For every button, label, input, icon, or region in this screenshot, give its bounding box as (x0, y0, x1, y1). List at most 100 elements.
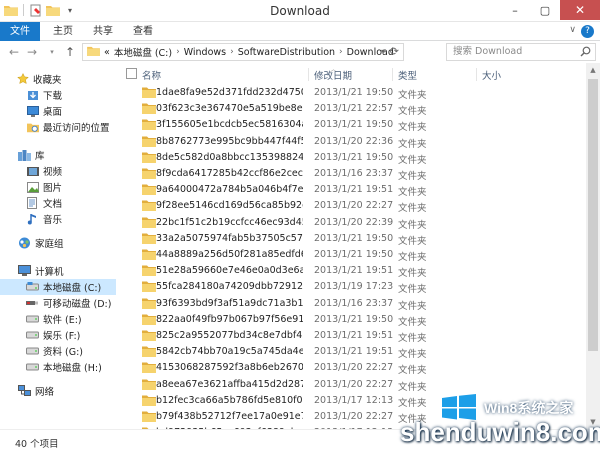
table-row[interactable]: 5842cb74bb70a19c5a745da4ef58a 2013/1/21 1… (120, 344, 586, 360)
table-row[interactable]: 825c2a9552077bd34c8e7dbf431e2 2013/1/21 1… (120, 328, 586, 344)
table-row[interactable]: 55fca284180a74209dbb729125791 2013/1/19 1… (120, 279, 586, 295)
nav-libraries[interactable]: 库 (18, 147, 134, 163)
computer-icon (18, 265, 31, 277)
nav-item-label: 文档 (43, 199, 63, 210)
table-row[interactable]: 93f6393bd9f3af51a9dc71a3b1ff4a4 2013/1/16… (120, 296, 586, 312)
document-icon (26, 197, 39, 209)
tab-file[interactable]: 文件 (0, 22, 40, 41)
file-type: 文件夹 (398, 203, 427, 215)
table-row[interactable]: 8b8762773e995bc9bb447f44f5e67 2013/1/20 2… (120, 134, 586, 150)
file-name: 93f6393bd9f3af51a9dc71a3b1ff4a4 (156, 297, 303, 309)
tab-home[interactable]: 主页 (46, 22, 80, 41)
column-divider[interactable] (476, 68, 477, 81)
folder-icon (142, 395, 156, 406)
nav-favorites[interactable]: 收藏夹 (16, 71, 132, 87)
table-row[interactable]: 51e28a59660e7e46e0a0d3e6af403 2013/1/21 1… (120, 263, 586, 279)
table-row[interactable]: 8f9cda6417285b42ccf86e2cec5f5fa9 2013/1/1… (120, 166, 586, 182)
table-row[interactable]: a8eea67e3621affba415d2d287146 2013/1/20 2… (120, 377, 586, 393)
column-divider[interactable] (308, 68, 309, 81)
folder-icon (142, 184, 156, 196)
folder-icon (142, 103, 156, 115)
table-row[interactable]: 4153068287592f3a8b6eb267062f0 2013/1/20 2… (120, 360, 586, 376)
table-row[interactable]: 33a2a5075974fab5b37505c574351 2013/1/21 1… (120, 231, 586, 247)
table-row[interactable]: 8de5c582d0a8bbcc1353988246b6 2013/1/21 19… (120, 150, 586, 166)
nav-item-drive-c[interactable]: 本地磁盘 (C:) (0, 279, 116, 295)
table-row[interactable]: 22bc1f51c2b19ccfcc46ec93d4558e 2013/1/20 … (120, 215, 586, 231)
close-button[interactable]: ✕ (560, 0, 600, 20)
folder-icon (142, 87, 156, 98)
file-date: 2013/1/21 19:50 (314, 87, 394, 98)
column-header-size[interactable]: 大小 (482, 68, 501, 82)
file-name: 4153068287592f3a8b6eb267062f0 (156, 362, 303, 374)
folder-icon (142, 314, 156, 325)
table-row[interactable]: 822aa0f49fb97b067b97f56e91223 2013/1/21 1… (120, 312, 586, 328)
back-button[interactable]: ← (6, 44, 22, 60)
nav-homegroup[interactable]: 家庭组 (18, 235, 134, 251)
column-header-date[interactable]: 修改日期 (314, 68, 352, 82)
address-dropdown-icon[interactable]: ▾ (381, 47, 385, 56)
file-type: 文件夹 (398, 187, 427, 199)
maximize-button[interactable]: ▢ (530, 0, 560, 20)
table-row[interactable]: 9f28ee5146cd169d56ca85b92e633 2013/1/20 2… (120, 198, 586, 214)
nav-network[interactable]: 网络 (18, 383, 134, 399)
file-name: a8eea67e3621affba415d2d287146 (156, 378, 303, 390)
file-type: 文件夹 (398, 284, 427, 296)
nav-item-label: 资料 (G:) (43, 347, 83, 358)
drive-icon (26, 281, 39, 293)
table-row[interactable]: 3f155605e1bcdcb5ec5816304a7a9 2013/1/21 1… (120, 117, 586, 133)
search-icon[interactable] (580, 46, 591, 63)
table-row[interactable]: 44a8889a256d50f281a85edfd63af 2013/1/21 1… (120, 247, 586, 263)
up-button[interactable]: ↑ (62, 44, 78, 60)
table-row[interactable]: 03f623c3e367470e5a519be8e246e 2013/1/21 2… (120, 101, 586, 117)
help-icon[interactable]: ? (581, 25, 594, 38)
nav-computer[interactable]: 计算机 (18, 263, 134, 279)
tab-share[interactable]: 共享 (86, 22, 120, 41)
select-all-checkbox[interactable] (126, 68, 137, 79)
folder-icon (142, 152, 156, 163)
breadcrumb-windows[interactable]: Windows (184, 47, 226, 58)
file-date: 2013/1/21 19:50 (314, 119, 394, 131)
nav-homegroup-label: 家庭组 (35, 239, 64, 250)
nav-item-label: 图片 (43, 183, 63, 194)
recent-locations-button[interactable]: ▾ (44, 44, 60, 60)
watermark: Win8系统之家 shenduwin8.com (400, 392, 600, 454)
column-header-name[interactable]: 名称 (142, 68, 161, 82)
breadcrumb-drive[interactable]: 本地磁盘 (C:) (114, 45, 172, 59)
breadcrumb-softwaredistribution[interactable]: SoftwareDistribution (238, 47, 335, 58)
forward-button[interactable]: → (24, 44, 40, 60)
column-divider[interactable] (392, 68, 393, 81)
file-list: 1dae8fa9e52d371fdd232d4750da 2013/1/21 19… (120, 85, 586, 429)
file-type: 文件夹 (398, 300, 427, 312)
address-bar[interactable]: « 本地磁盘 (C:) › Windows › SoftwareDistribu… (82, 43, 404, 61)
folder-icon (142, 136, 156, 147)
breadcrumb-separator-icon[interactable]: › (176, 47, 180, 57)
file-date: 2013/1/16 23:37 (314, 297, 394, 309)
breadcrumb-separator-icon[interactable]: › (230, 47, 234, 57)
scroll-up-icon[interactable]: ▲ (586, 63, 600, 77)
breadcrumb-download[interactable]: Download (347, 47, 394, 58)
title-bar: ▾ Download – ▢ ✕ (0, 0, 600, 22)
file-date: 2013/1/21 19:50 (314, 249, 394, 260)
table-row[interactable]: 1dae8fa9e52d371fdd232d4750da 2013/1/21 19… (120, 85, 586, 101)
file-name: b12fec3ca66a5b786fd5e810f0b2b (156, 394, 303, 406)
file-type: 文件夹 (398, 122, 427, 134)
folder-icon (142, 281, 156, 293)
breadcrumb-prefix[interactable]: « (104, 47, 110, 58)
scrollbar-thumb[interactable] (588, 79, 598, 351)
minimize-button[interactable]: – (500, 0, 530, 20)
file-type: 文件夹 (398, 106, 427, 118)
file-type: 文件夹 (398, 219, 427, 231)
column-header-type[interactable]: 类型 (398, 68, 417, 82)
refresh-icon[interactable]: ⟳ (390, 45, 399, 58)
expand-ribbon-icon[interactable]: ∨ (569, 25, 576, 35)
breadcrumb-separator-icon[interactable]: › (339, 47, 343, 57)
folder-icon (142, 233, 156, 244)
network-icon (18, 385, 31, 397)
vertical-scrollbar[interactable]: ▲ ▼ (586, 63, 600, 429)
window-controls: – ▢ ✕ (500, 0, 600, 20)
table-row[interactable]: 9a64000472a784b5a046b4f7e02b 2013/1/21 19… (120, 182, 586, 198)
file-name: 1dae8fa9e52d371fdd232d4750da (156, 87, 303, 98)
tab-view[interactable]: 查看 (126, 22, 160, 41)
file-name: 9a64000472a784b5a046b4f7e02b (156, 184, 303, 196)
search-input[interactable]: 搜索 Download (446, 43, 596, 61)
